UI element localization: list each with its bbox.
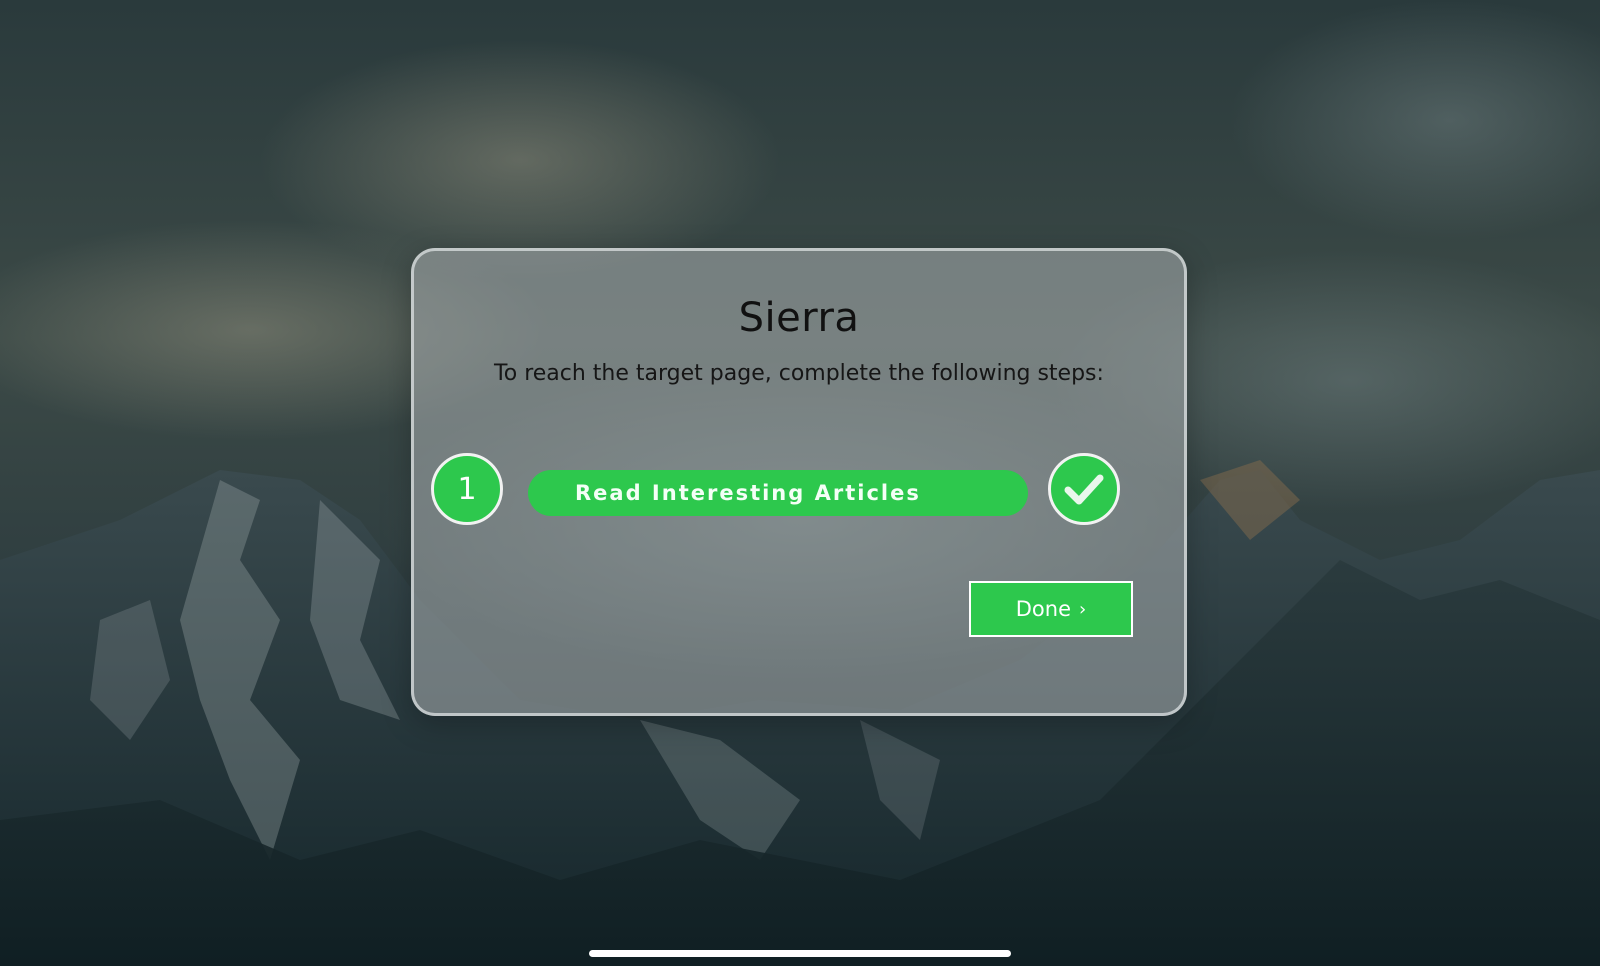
dialog-title: Sierra [738, 295, 860, 341]
done-button-label: Done [1015, 597, 1072, 621]
home-indicator[interactable] [589, 950, 1011, 957]
screen: Sierra To reach the target page, complet… [0, 0, 1600, 966]
step-completed-badge [1048, 453, 1120, 525]
step-label: Read Interesting Articles [575, 481, 921, 505]
step-link-read-interesting-articles[interactable]: Read Interesting Articles [528, 470, 1028, 516]
dialog-instructions: To reach the target page, complete the f… [494, 361, 1104, 386]
checkmark-icon [1064, 474, 1104, 505]
steps-dialog: Sierra To reach the target page, complet… [411, 248, 1187, 716]
done-button[interactable]: Done › [969, 581, 1133, 637]
step-number-badge: 1 [431, 453, 503, 525]
step-number-label: 1 [457, 471, 477, 507]
chevron-right-icon: › [1079, 598, 1087, 620]
